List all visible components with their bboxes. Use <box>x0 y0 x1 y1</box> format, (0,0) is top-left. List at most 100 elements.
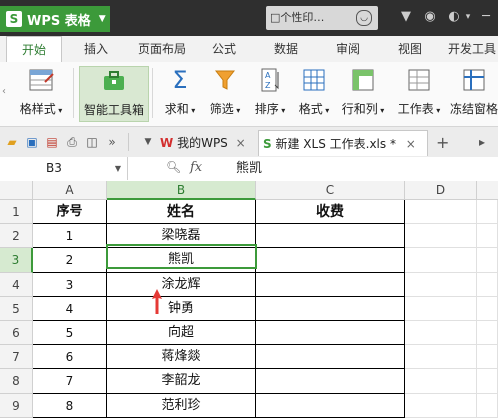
row-header-9[interactable]: 9 <box>0 393 33 418</box>
cell-D2[interactable] <box>405 224 477 249</box>
cell-C9[interactable] <box>256 393 405 418</box>
row-header-4[interactable]: 4 <box>0 272 33 297</box>
open-folder-icon[interactable]: ▰ <box>4 134 20 150</box>
name-box[interactable]: B3 ▼ <box>0 157 128 180</box>
tab-page-layout[interactable]: 页面布局 <box>130 36 194 62</box>
formula-input[interactable]: 熊凯 <box>236 157 262 180</box>
cell-E2[interactable] <box>477 224 498 249</box>
select-all-corner[interactable] <box>0 181 33 200</box>
row-header-2[interactable]: 2 <box>0 224 33 249</box>
format-styles-button[interactable]: 格样式 ▾ <box>12 66 70 122</box>
cell-D4[interactable] <box>405 272 477 297</box>
format-button[interactable]: 格式 ▾ <box>294 66 334 122</box>
filter-button[interactable]: 筛选 ▾ <box>204 66 246 122</box>
tab-data[interactable]: 数据 <box>264 36 308 62</box>
cell-D1[interactable] <box>405 200 477 225</box>
cell-E7[interactable] <box>477 345 498 370</box>
cell-C5[interactable] <box>256 296 405 321</box>
row-header-5[interactable]: 5 <box>0 296 33 321</box>
print-preview-icon[interactable]: ◫ <box>84 134 100 150</box>
export-pdf-icon[interactable]: ▤ <box>44 134 60 150</box>
row-header-1[interactable]: 1 <box>0 200 33 225</box>
freeze-panes-button[interactable]: 冻结窗格 <box>450 66 498 122</box>
skin-icon[interactable]: ▼ <box>398 9 414 25</box>
more-icon[interactable]: » <box>104 134 120 150</box>
cell-D5[interactable] <box>405 296 477 321</box>
tab-my-wps[interactable]: W 我的WPS × <box>160 130 254 156</box>
new-tab-button[interactable]: + <box>436 130 452 156</box>
sort-button[interactable]: AZ 排序 ▾ <box>250 66 290 122</box>
cell-E8[interactable] <box>477 369 498 394</box>
settings-icon[interactable]: ◉ <box>422 9 438 25</box>
function-icon[interactable]: fx <box>190 160 202 175</box>
chevron-down-icon[interactable]: ▼ <box>115 157 121 180</box>
cell-C1[interactable]: 收费 <box>256 200 405 225</box>
print-icon[interactable]: ⎙ <box>64 134 80 150</box>
cell-C3[interactable] <box>256 248 405 273</box>
cell-D6[interactable] <box>405 321 477 346</box>
cell-B6[interactable]: 向超 <box>107 321 256 346</box>
cell-D3[interactable] <box>405 248 477 273</box>
cell-C6[interactable] <box>256 321 405 346</box>
tab-review[interactable]: 审阅 <box>326 36 370 62</box>
cell-D7[interactable] <box>405 345 477 370</box>
cell-A8[interactable]: 7 <box>33 369 107 394</box>
cell-A4[interactable]: 3 <box>33 272 107 297</box>
tab-formulas[interactable]: 公式 <box>202 36 246 62</box>
cell-B8[interactable]: 李韶龙 <box>107 369 256 394</box>
cell-B9[interactable]: 范利珍 <box>107 393 256 418</box>
cell-A9[interactable]: 8 <box>33 393 107 418</box>
save-icon[interactable]: ▣ <box>24 134 40 150</box>
row-header-8[interactable]: 8 <box>0 369 33 394</box>
column-header-b[interactable]: B <box>107 181 256 200</box>
row-header-3[interactable]: 3 <box>0 248 33 273</box>
row-col-button[interactable]: 行和列 ▾ <box>338 66 388 122</box>
sum-button[interactable]: Σ 求和 ▾ <box>160 66 200 122</box>
cell-D8[interactable] <box>405 369 477 394</box>
column-header-c[interactable]: C <box>256 181 405 200</box>
account-search-box[interactable]: □个性印… ◡ <box>266 6 378 30</box>
close-icon[interactable]: × <box>236 136 246 150</box>
tab-developer[interactable]: 开发工具 <box>444 36 498 62</box>
tab-list-icon[interactable]: ▸ <box>474 134 490 150</box>
cell-C7[interactable] <box>256 345 405 370</box>
cell-D9[interactable] <box>405 393 477 418</box>
cell-C4[interactable] <box>256 272 405 297</box>
cell-B4[interactable]: 涂龙辉 <box>107 272 256 297</box>
cell-E5[interactable] <box>477 296 498 321</box>
tab-home[interactable]: 开始 <box>6 36 62 62</box>
app-menu-button[interactable]: S WPS 表格 ▼ <box>0 6 110 32</box>
cell-E1[interactable] <box>477 200 498 225</box>
cell-E4[interactable] <box>477 272 498 297</box>
cell-A3[interactable]: 2 <box>33 248 107 273</box>
chevron-down-icon[interactable]: ▾ <box>460 9 476 25</box>
cell-C8[interactable] <box>256 369 405 394</box>
zoom-search-icon[interactable]: 🔍︎ <box>166 160 181 174</box>
chevron-down-icon[interactable]: ▼ <box>140 134 156 150</box>
cell-E3[interactable] <box>477 248 498 273</box>
smart-toolbox-button[interactable]: 智能工具箱 <box>79 66 149 122</box>
cell-B1[interactable]: 姓名 <box>107 200 256 225</box>
cell-E6[interactable] <box>477 321 498 346</box>
row-header-6[interactable]: 6 <box>0 321 33 346</box>
cell-C2[interactable] <box>256 224 405 249</box>
column-header-d[interactable]: D <box>405 181 477 200</box>
cell-E9[interactable] <box>477 393 498 418</box>
minimize-icon[interactable]: ─ <box>478 9 494 25</box>
cell-B7[interactable]: 蒋烽燚 <box>107 345 256 370</box>
close-icon[interactable]: × <box>406 137 416 151</box>
sheet-button[interactable]: 工作表 ▾ <box>394 66 444 122</box>
scroll-left-icon[interactable]: ‹ <box>2 86 6 97</box>
tab-xls-document[interactable]: S 新建 XLS 工作表.xls * × <box>258 130 428 156</box>
cell-A2[interactable]: 1 <box>33 224 107 249</box>
tab-view[interactable]: 视图 <box>388 36 432 62</box>
column-header-a[interactable]: A <box>33 181 107 200</box>
worksheet-icon <box>405 66 433 94</box>
cell-A7[interactable]: 6 <box>33 345 107 370</box>
row-header-7[interactable]: 7 <box>0 345 33 370</box>
cell-A5[interactable]: 4 <box>33 296 107 321</box>
tab-insert[interactable]: 插入 <box>74 36 118 62</box>
cell-A1[interactable]: 序号 <box>33 200 107 225</box>
cell-B5[interactable]: 钟勇 <box>107 296 256 321</box>
cell-A6[interactable]: 5 <box>33 321 107 346</box>
